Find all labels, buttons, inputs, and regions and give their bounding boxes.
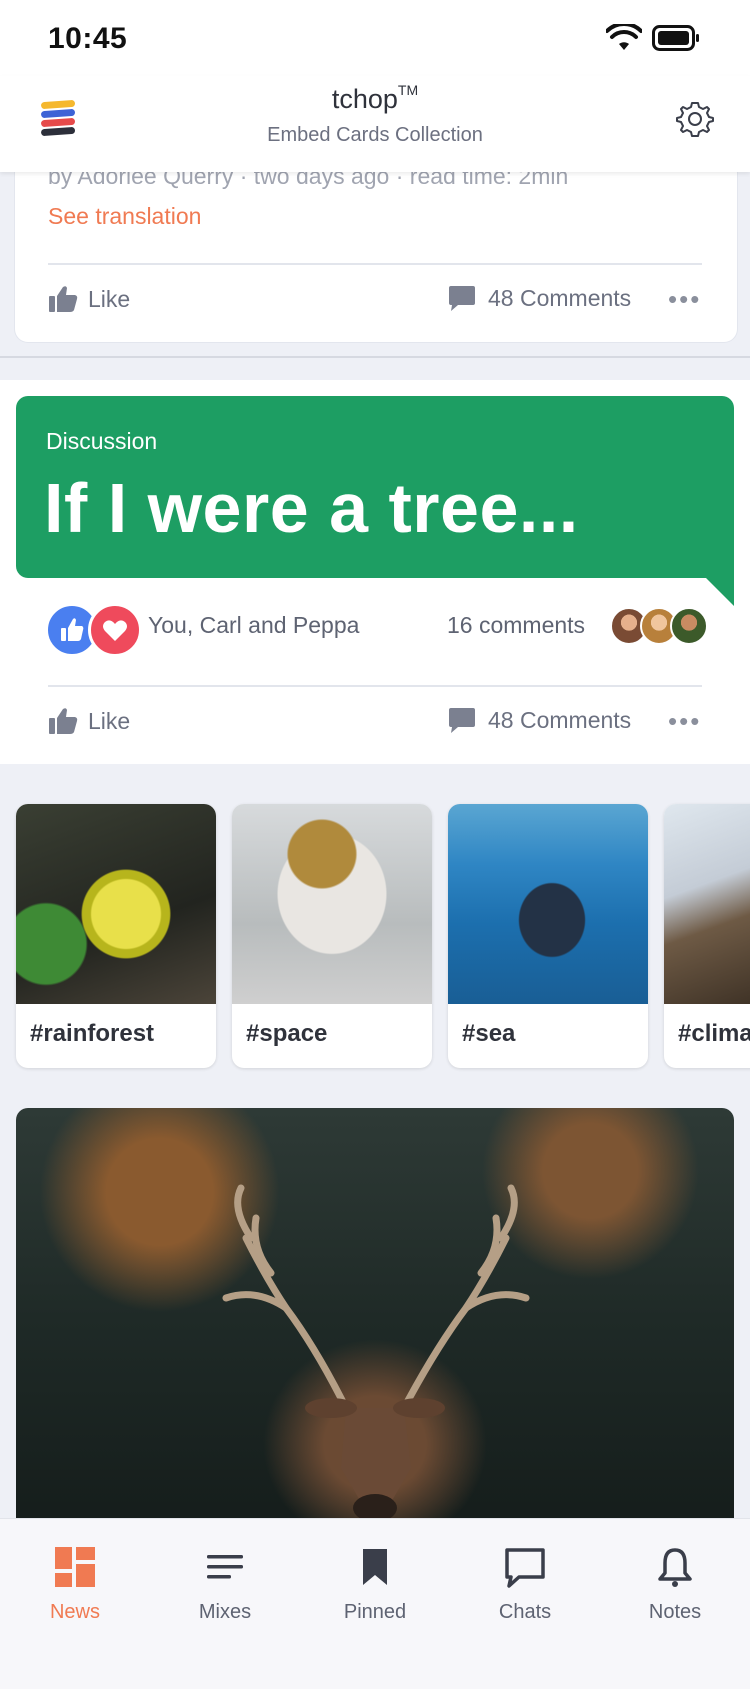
- thumbs-up-icon: [49, 286, 78, 312]
- image-card[interactable]: [16, 1108, 734, 1528]
- lines-icon: [207, 1555, 243, 1579]
- deer-photo: [222, 1184, 530, 1528]
- nav-chats[interactable]: Chats: [460, 1545, 590, 1624]
- like-label: Like: [88, 285, 131, 312]
- topic-image: [664, 804, 750, 1004]
- trademark-mark: TM: [397, 82, 419, 98]
- topic-card-sea[interactable]: #sea: [448, 804, 648, 1068]
- like-button[interactable]: Like: [48, 285, 130, 313]
- comments-button[interactable]: 48 Comments: [448, 285, 631, 312]
- more-options-icon[interactable]: •••: [668, 706, 701, 737]
- topic-image: [232, 804, 432, 1004]
- more-options-icon[interactable]: •••: [668, 284, 701, 315]
- speech-bubble-tail: [706, 578, 734, 606]
- topic-label: #clima: [678, 1020, 750, 1047]
- grid-icon: [55, 1547, 95, 1587]
- nav-mixes[interactable]: Mixes: [160, 1545, 290, 1624]
- comment-icon: [449, 707, 475, 733]
- see-translation-link[interactable]: See translation: [48, 203, 201, 230]
- comments-button[interactable]: 48 Comments: [448, 707, 631, 734]
- topic-image: [16, 804, 216, 1004]
- like-button[interactable]: Like: [48, 707, 130, 735]
- divider: [48, 263, 702, 265]
- section-separator: [0, 356, 750, 358]
- avatar: [670, 607, 708, 645]
- nav-label: News: [49, 1601, 100, 1623]
- heart-reaction-icon: [88, 603, 142, 657]
- comment-icon: [449, 285, 475, 311]
- topic-card-space[interactable]: #space: [232, 804, 432, 1068]
- chat-icon: [505, 1548, 545, 1588]
- thumbs-up-icon: [49, 708, 78, 734]
- nav-label: Notes: [648, 1601, 702, 1623]
- like-label: Like: [88, 707, 131, 734]
- topic-label: #rainforest: [30, 1020, 155, 1047]
- topic-label: #sea: [462, 1020, 516, 1047]
- nav-notes[interactable]: Notes: [610, 1545, 740, 1624]
- divider: [48, 685, 702, 687]
- app-title: tchopTM: [331, 82, 419, 114]
- bookmark-icon: [363, 1549, 387, 1585]
- comment-count[interactable]: 16 comments: [447, 612, 585, 639]
- status-time: 10:45: [48, 22, 128, 55]
- topic-image: [448, 804, 648, 1004]
- nav-label: Mixes: [198, 1601, 252, 1623]
- topic-label: #space: [246, 1020, 328, 1047]
- gear-icon[interactable]: [676, 100, 714, 138]
- topic-card-rainforest[interactable]: #rainforest: [16, 804, 216, 1068]
- wifi-icon: [606, 24, 642, 50]
- reactors-text[interactable]: You, Carl and Peppa: [148, 612, 359, 639]
- topic-card-climate[interactable]: #clima: [664, 804, 750, 1068]
- discussion-label: Discussion: [46, 428, 158, 454]
- comments-label: 48 Comments: [488, 707, 632, 733]
- nav-label: Pinned: [343, 1601, 407, 1623]
- nav-pinned[interactable]: Pinned: [310, 1545, 440, 1624]
- bell-icon: [658, 1548, 692, 1587]
- app-subtitle: Embed Cards Collection: [267, 124, 483, 146]
- comments-label: 48 Comments: [488, 285, 632, 311]
- nav-news[interactable]: News: [10, 1545, 140, 1624]
- nav-label: Chats: [498, 1601, 552, 1623]
- app-header: tchopTM Embed Cards Collection: [0, 76, 750, 172]
- battery-icon: [652, 25, 699, 51]
- discussion-title[interactable]: If I were a tree...: [44, 468, 579, 548]
